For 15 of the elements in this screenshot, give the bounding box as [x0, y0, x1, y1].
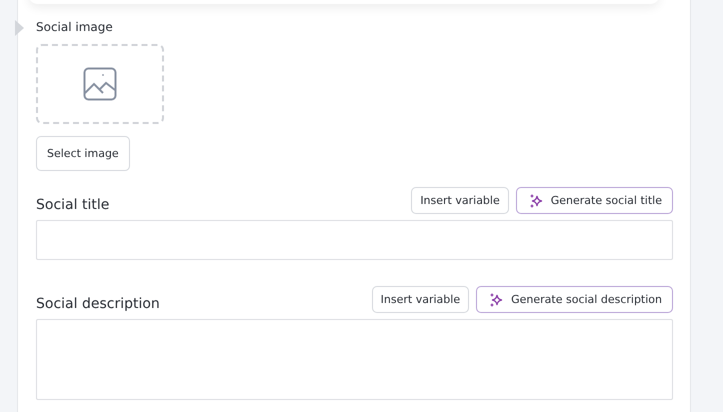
generate-button[interactable]: Generate social description — [476, 286, 673, 313]
field-label: Social image — [36, 19, 113, 35]
sparkle-icon — [528, 194, 543, 208]
insert-variable-button[interactable]: Insert variable — [372, 286, 470, 313]
field-label: Social description — [36, 295, 160, 313]
sparkle-icon — [489, 292, 504, 306]
insert-variable-button[interactable]: Insert variable — [411, 187, 509, 214]
field-label: Social title — [36, 196, 110, 214]
title-field[interactable] — [36, 220, 673, 260]
pointer-icon — [15, 20, 24, 36]
image-icon — [83, 67, 117, 101]
description-field[interactable] — [36, 319, 673, 400]
generate-button[interactable]: Generate social title — [516, 187, 673, 214]
image-dropzone[interactable] — [36, 44, 164, 124]
select-image-button[interactable]: Select image — [36, 136, 130, 171]
